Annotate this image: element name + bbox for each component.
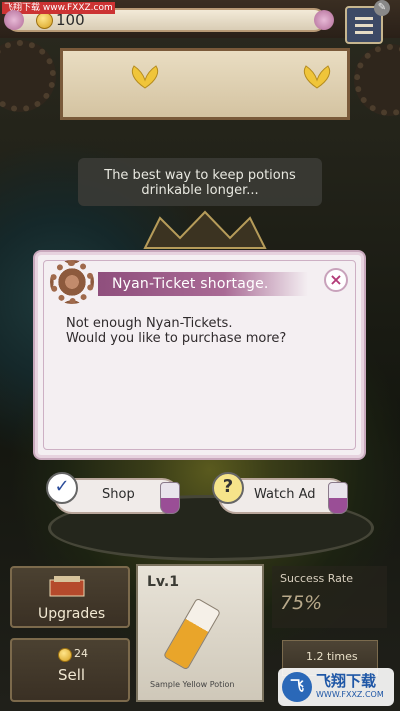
gear-right-icon [354,44,400,116]
menu-bar-icon [355,24,373,27]
potion-name: Sample Yellow Potion [150,680,235,689]
coin-icon [36,12,53,29]
check-icon: ✓ [46,472,78,504]
dialog-message-line-2: Would you like to purchase more? [66,331,287,346]
book-icon [49,576,85,597]
hint-bubble: The best way to keep potions drinkable l… [78,158,322,206]
watermark-text: 飞翔下载 [316,672,377,690]
upgrades-label: Upgrades [38,606,106,622]
potion-level: Lv.1 [147,574,179,590]
gear-icon [50,260,94,304]
sell-price: 24 [74,647,88,660]
gear-left-icon [0,40,56,112]
rosette-left-icon [4,10,24,30]
dialog-message: Not enough Nyan-Tickets. Would you like … [66,316,286,346]
success-rate-title: Success Rate [280,572,353,585]
leaf-icon [303,65,331,89]
menu-bar-icon [355,31,373,34]
success-rate-value: 75% [280,592,323,614]
close-button[interactable]: × [324,268,348,292]
leaf-icon [131,65,159,89]
close-icon: × [329,270,343,289]
dialog-message-line-1: Not enough Nyan-Tickets. [66,316,233,331]
bottle-icon [328,482,348,514]
sell-label: Sell [58,666,86,684]
watch-ad-label: Watch Ad [254,487,316,502]
question-icon: ? [212,472,244,504]
hint-line-2: drinkable longer... [141,183,259,198]
bottle-icon [160,482,180,514]
crown-icon [143,210,267,249]
coin-icon [58,648,72,662]
rosette-right-icon [314,10,334,30]
multiplier-label: 1.2 times [306,650,358,663]
watermark-url: WWW.FXXZ.COM [316,690,384,699]
game-scene: 100 飞翔下载 www.FXXZ.com ✎ The best way to … [0,0,400,711]
hint-line-1: The best way to keep potions [104,168,296,183]
dialog-title: Nyan-Ticket shortage. [112,276,269,292]
watermark-logo-icon: 飞 [282,672,312,702]
edit-icon: ✎ [374,0,390,16]
shop-label: Shop [102,487,135,502]
menu-bar-icon [355,17,373,20]
